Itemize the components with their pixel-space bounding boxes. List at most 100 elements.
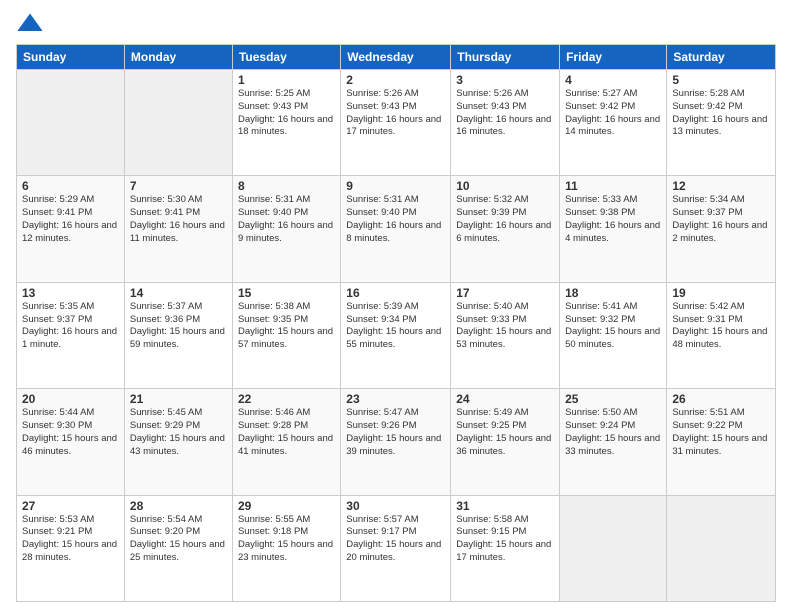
day-detail: Sunrise: 5:37 AMSunset: 9:36 PMDaylight:… [130, 301, 227, 352]
day-number: 23 [346, 392, 445, 406]
day-detail: Sunrise: 5:46 AMSunset: 9:28 PMDaylight:… [238, 407, 335, 458]
day-number: 22 [238, 392, 335, 406]
calendar-table: SundayMondayTuesdayWednesdayThursdayFrid… [16, 44, 776, 602]
day-detail: Sunrise: 5:55 AMSunset: 9:18 PMDaylight:… [238, 514, 335, 565]
calendar-cell: 4Sunrise: 5:27 AMSunset: 9:42 PMDaylight… [560, 70, 667, 176]
day-number: 15 [238, 286, 335, 300]
calendar-cell: 26Sunrise: 5:51 AMSunset: 9:22 PMDayligh… [667, 389, 776, 495]
day-detail: Sunrise: 5:31 AMSunset: 9:40 PMDaylight:… [346, 194, 445, 245]
day-detail: Sunrise: 5:39 AMSunset: 9:34 PMDaylight:… [346, 301, 445, 352]
day-detail: Sunrise: 5:30 AMSunset: 9:41 PMDaylight:… [130, 194, 227, 245]
calendar-cell: 12Sunrise: 5:34 AMSunset: 9:37 PMDayligh… [667, 176, 776, 282]
calendar-week-1: 1Sunrise: 5:25 AMSunset: 9:43 PMDaylight… [17, 70, 776, 176]
day-detail: Sunrise: 5:57 AMSunset: 9:17 PMDaylight:… [346, 514, 445, 565]
day-number: 6 [22, 179, 119, 193]
day-detail: Sunrise: 5:54 AMSunset: 9:20 PMDaylight:… [130, 514, 227, 565]
day-number: 4 [565, 73, 661, 87]
day-detail: Sunrise: 5:44 AMSunset: 9:30 PMDaylight:… [22, 407, 119, 458]
calendar-cell: 31Sunrise: 5:58 AMSunset: 9:15 PMDayligh… [451, 495, 560, 601]
calendar-cell: 2Sunrise: 5:26 AMSunset: 9:43 PMDaylight… [341, 70, 451, 176]
calendar-cell: 23Sunrise: 5:47 AMSunset: 9:26 PMDayligh… [341, 389, 451, 495]
logo-icon [16, 10, 44, 38]
day-number: 12 [672, 179, 770, 193]
calendar-cell [667, 495, 776, 601]
day-number: 8 [238, 179, 335, 193]
calendar-cell: 20Sunrise: 5:44 AMSunset: 9:30 PMDayligh… [17, 389, 125, 495]
day-detail: Sunrise: 5:58 AMSunset: 9:15 PMDaylight:… [456, 514, 554, 565]
calendar-cell: 1Sunrise: 5:25 AMSunset: 9:43 PMDaylight… [232, 70, 340, 176]
day-detail: Sunrise: 5:26 AMSunset: 9:43 PMDaylight:… [456, 88, 554, 139]
day-detail: Sunrise: 5:28 AMSunset: 9:42 PMDaylight:… [672, 88, 770, 139]
calendar-cell: 8Sunrise: 5:31 AMSunset: 9:40 PMDaylight… [232, 176, 340, 282]
calendar-header-row: SundayMondayTuesdayWednesdayThursdayFrid… [17, 45, 776, 70]
logo [16, 10, 48, 38]
day-detail: Sunrise: 5:27 AMSunset: 9:42 PMDaylight:… [565, 88, 661, 139]
day-number: 2 [346, 73, 445, 87]
calendar-cell: 22Sunrise: 5:46 AMSunset: 9:28 PMDayligh… [232, 389, 340, 495]
day-number: 11 [565, 179, 661, 193]
calendar-week-5: 27Sunrise: 5:53 AMSunset: 9:21 PMDayligh… [17, 495, 776, 601]
calendar-cell [560, 495, 667, 601]
calendar-cell: 3Sunrise: 5:26 AMSunset: 9:43 PMDaylight… [451, 70, 560, 176]
day-detail: Sunrise: 5:47 AMSunset: 9:26 PMDaylight:… [346, 407, 445, 458]
calendar-header-day-wednesday: Wednesday [341, 45, 451, 70]
day-number: 19 [672, 286, 770, 300]
calendar-week-2: 6Sunrise: 5:29 AMSunset: 9:41 PMDaylight… [17, 176, 776, 282]
calendar-week-4: 20Sunrise: 5:44 AMSunset: 9:30 PMDayligh… [17, 389, 776, 495]
calendar-header-day-monday: Monday [124, 45, 232, 70]
calendar-cell: 14Sunrise: 5:37 AMSunset: 9:36 PMDayligh… [124, 282, 232, 388]
calendar-cell: 29Sunrise: 5:55 AMSunset: 9:18 PMDayligh… [232, 495, 340, 601]
day-number: 1 [238, 73, 335, 87]
day-detail: Sunrise: 5:32 AMSunset: 9:39 PMDaylight:… [456, 194, 554, 245]
calendar-cell [17, 70, 125, 176]
day-number: 10 [456, 179, 554, 193]
day-detail: Sunrise: 5:35 AMSunset: 9:37 PMDaylight:… [22, 301, 119, 352]
day-detail: Sunrise: 5:31 AMSunset: 9:40 PMDaylight:… [238, 194, 335, 245]
calendar-cell: 21Sunrise: 5:45 AMSunset: 9:29 PMDayligh… [124, 389, 232, 495]
day-number: 25 [565, 392, 661, 406]
day-number: 9 [346, 179, 445, 193]
day-number: 26 [672, 392, 770, 406]
calendar-cell: 27Sunrise: 5:53 AMSunset: 9:21 PMDayligh… [17, 495, 125, 601]
day-number: 28 [130, 499, 227, 513]
day-detail: Sunrise: 5:33 AMSunset: 9:38 PMDaylight:… [565, 194, 661, 245]
day-detail: Sunrise: 5:25 AMSunset: 9:43 PMDaylight:… [238, 88, 335, 139]
day-number: 21 [130, 392, 227, 406]
calendar-cell: 6Sunrise: 5:29 AMSunset: 9:41 PMDaylight… [17, 176, 125, 282]
day-number: 5 [672, 73, 770, 87]
day-number: 13 [22, 286, 119, 300]
calendar-header-day-thursday: Thursday [451, 45, 560, 70]
calendar-cell: 15Sunrise: 5:38 AMSunset: 9:35 PMDayligh… [232, 282, 340, 388]
calendar-cell: 9Sunrise: 5:31 AMSunset: 9:40 PMDaylight… [341, 176, 451, 282]
day-number: 7 [130, 179, 227, 193]
calendar-cell: 16Sunrise: 5:39 AMSunset: 9:34 PMDayligh… [341, 282, 451, 388]
day-number: 3 [456, 73, 554, 87]
calendar-cell: 11Sunrise: 5:33 AMSunset: 9:38 PMDayligh… [560, 176, 667, 282]
day-detail: Sunrise: 5:42 AMSunset: 9:31 PMDaylight:… [672, 301, 770, 352]
day-number: 14 [130, 286, 227, 300]
calendar-cell: 10Sunrise: 5:32 AMSunset: 9:39 PMDayligh… [451, 176, 560, 282]
day-number: 16 [346, 286, 445, 300]
calendar-header-day-friday: Friday [560, 45, 667, 70]
calendar-header-day-tuesday: Tuesday [232, 45, 340, 70]
calendar-cell: 18Sunrise: 5:41 AMSunset: 9:32 PMDayligh… [560, 282, 667, 388]
day-detail: Sunrise: 5:53 AMSunset: 9:21 PMDaylight:… [22, 514, 119, 565]
day-detail: Sunrise: 5:51 AMSunset: 9:22 PMDaylight:… [672, 407, 770, 458]
day-number: 29 [238, 499, 335, 513]
day-detail: Sunrise: 5:29 AMSunset: 9:41 PMDaylight:… [22, 194, 119, 245]
day-detail: Sunrise: 5:45 AMSunset: 9:29 PMDaylight:… [130, 407, 227, 458]
calendar-cell: 19Sunrise: 5:42 AMSunset: 9:31 PMDayligh… [667, 282, 776, 388]
page: SundayMondayTuesdayWednesdayThursdayFrid… [0, 0, 792, 612]
day-detail: Sunrise: 5:34 AMSunset: 9:37 PMDaylight:… [672, 194, 770, 245]
calendar-cell: 17Sunrise: 5:40 AMSunset: 9:33 PMDayligh… [451, 282, 560, 388]
day-number: 18 [565, 286, 661, 300]
calendar-cell [124, 70, 232, 176]
calendar-cell: 30Sunrise: 5:57 AMSunset: 9:17 PMDayligh… [341, 495, 451, 601]
calendar-cell: 7Sunrise: 5:30 AMSunset: 9:41 PMDaylight… [124, 176, 232, 282]
day-detail: Sunrise: 5:49 AMSunset: 9:25 PMDaylight:… [456, 407, 554, 458]
day-number: 17 [456, 286, 554, 300]
day-detail: Sunrise: 5:26 AMSunset: 9:43 PMDaylight:… [346, 88, 445, 139]
day-detail: Sunrise: 5:50 AMSunset: 9:24 PMDaylight:… [565, 407, 661, 458]
calendar-cell: 5Sunrise: 5:28 AMSunset: 9:42 PMDaylight… [667, 70, 776, 176]
day-number: 31 [456, 499, 554, 513]
